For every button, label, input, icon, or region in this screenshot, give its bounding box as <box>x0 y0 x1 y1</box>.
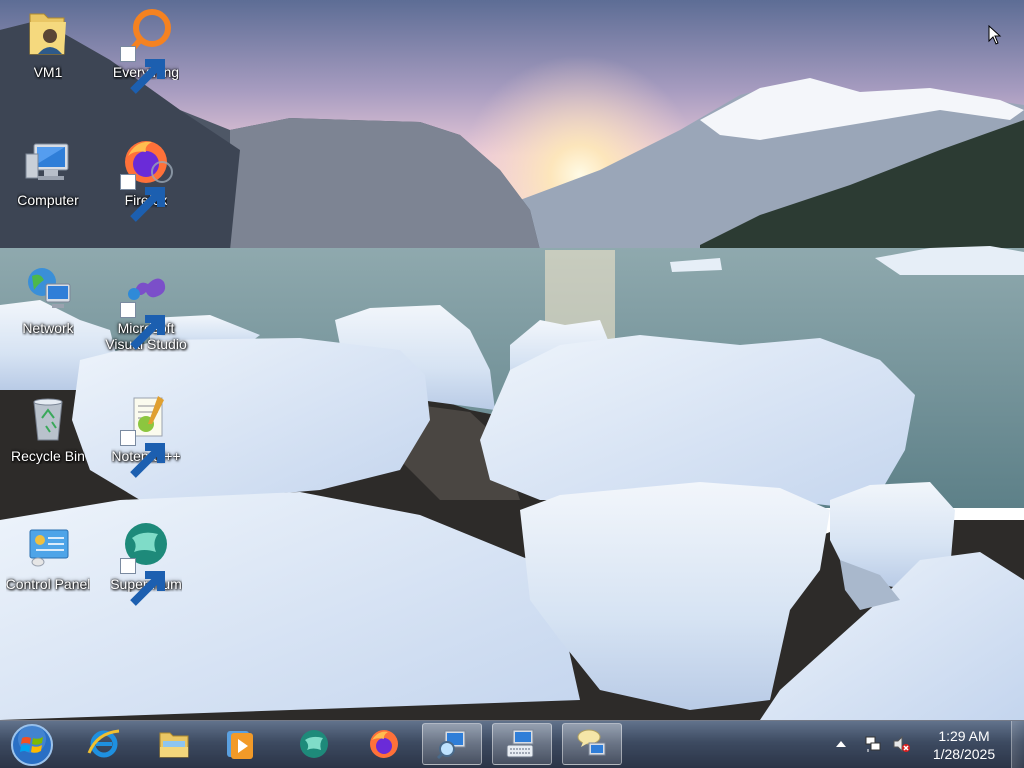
taskbar-narrator[interactable] <box>562 723 622 765</box>
supermium-icon <box>300 730 328 758</box>
control-panel-icon <box>20 518 76 574</box>
desktop-icon-network[interactable]: Network <box>0 262 96 362</box>
taskbar-windows-explorer[interactable] <box>144 723 204 765</box>
internet-explorer-icon <box>87 729 120 758</box>
desktop-icon-computer[interactable]: Computer <box>0 134 96 234</box>
network-globe-icon <box>20 262 76 318</box>
clock-time: 1:29 AM <box>938 728 990 744</box>
notepadpp-icon <box>118 390 174 478</box>
volume-muted-icon[interactable] <box>892 735 910 753</box>
desktop[interactable]: VM1 Everything Computer Firefox Network … <box>0 0 1024 720</box>
system-clock[interactable]: 1:29 AM 1/28/2025 <box>922 727 1006 763</box>
taskbar-magnifier[interactable] <box>422 723 482 765</box>
taskbar-internet-explorer[interactable] <box>74 723 134 765</box>
show-hidden-icons-chevron-icon[interactable] <box>832 735 850 753</box>
desktop-icon-label: Recycle Bin <box>11 448 85 464</box>
visual-studio-icon <box>118 262 174 350</box>
shortcut-arrow-icon <box>120 302 165 350</box>
taskbar-media-player[interactable] <box>210 723 270 765</box>
user-folder-icon <box>20 6 76 62</box>
shortcut-arrow-icon <box>120 430 165 478</box>
taskbar: 1:29 AM 1/28/2025 <box>0 720 1024 768</box>
firefox-icon <box>370 730 398 758</box>
desktop-icon-notepadpp[interactable]: Notepad++ <box>98 390 194 490</box>
taskbar-firefox[interactable] <box>354 723 414 765</box>
computer-icon <box>20 134 76 190</box>
media-player-icon <box>227 731 253 759</box>
taskbar-supermium[interactable] <box>284 723 344 765</box>
desktop-icon-firefox[interactable]: Firefox <box>98 134 194 234</box>
magnifier-icon <box>436 730 466 760</box>
clock-date: 1/28/2025 <box>932 746 996 762</box>
everything-search-icon <box>118 6 174 94</box>
show-desktop-button[interactable] <box>1011 721 1024 768</box>
desktop-icon-recycle-bin[interactable]: Recycle Bin <box>0 390 96 490</box>
desktop-icon-supermium[interactable]: Supermium <box>98 518 194 618</box>
windows-start-orb-icon <box>11 724 53 766</box>
taskbar-on-screen-keyboard[interactable] <box>492 723 552 765</box>
shortcut-arrow-icon <box>120 174 165 222</box>
desktop-icon-label: Network <box>22 320 74 336</box>
keyboard-icon <box>506 729 534 758</box>
desktop-icon-vm1[interactable]: VM1 <box>0 6 96 106</box>
desktop-icon-control-panel[interactable]: Control Panel <box>0 518 96 618</box>
desktop-icon-visual-studio[interactable]: Microsoft Visual Studio <box>98 262 194 362</box>
firefox-icon <box>118 134 174 222</box>
desktop-icon-label: VM1 <box>33 64 63 80</box>
network-status-icon[interactable] <box>864 735 882 753</box>
shortcut-arrow-icon <box>120 558 165 606</box>
desktop-icon-label: Computer <box>17 192 79 208</box>
recycle-bin-icon <box>20 390 76 446</box>
file-explorer-icon <box>159 732 189 758</box>
narrator-icon <box>577 729 606 756</box>
shortcut-arrow-icon <box>120 46 165 94</box>
mouse-cursor-icon <box>988 25 1002 45</box>
start-button[interactable] <box>8 723 56 767</box>
desktop-icon-everything[interactable]: Everything <box>98 6 194 106</box>
desktop-icon-label: Control Panel <box>5 576 91 592</box>
supermium-icon <box>118 518 174 606</box>
